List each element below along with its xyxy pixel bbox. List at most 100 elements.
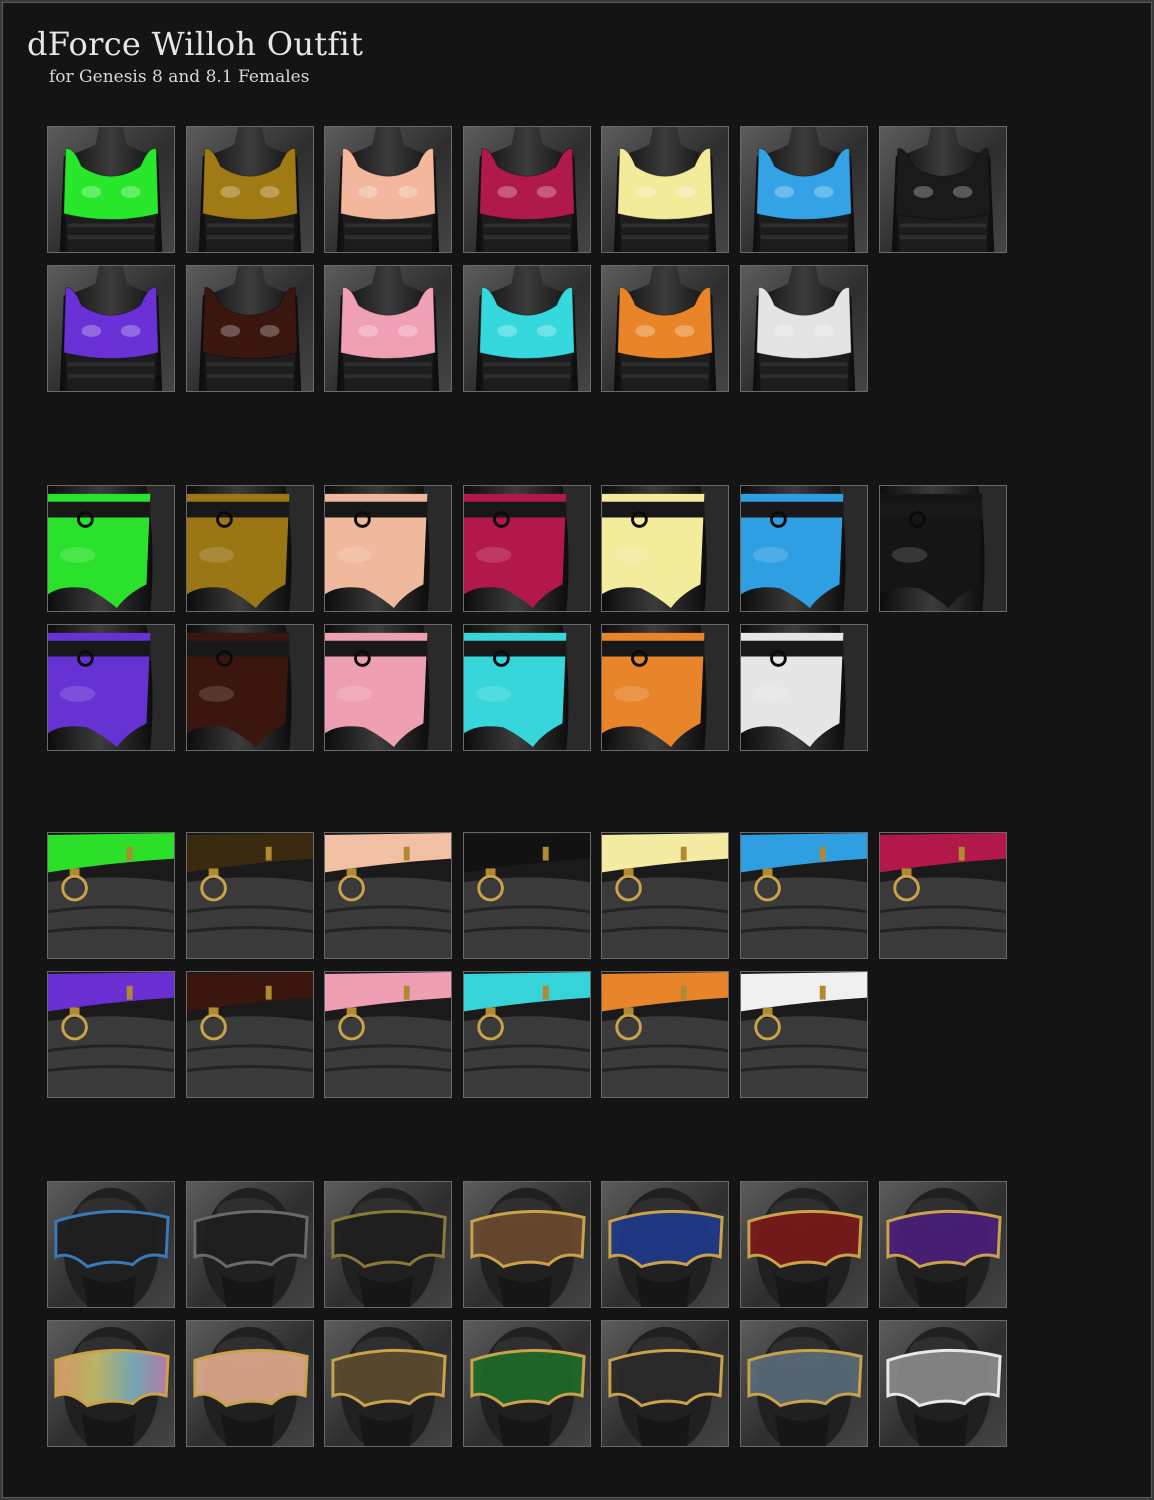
belts-swatch bbox=[740, 971, 868, 1098]
shorts-icon bbox=[880, 486, 1006, 611]
shorts-swatch bbox=[186, 624, 314, 751]
shorts-swatch bbox=[740, 485, 868, 612]
top-icon bbox=[464, 266, 590, 391]
tops-swatch bbox=[740, 265, 868, 392]
shorts-icon bbox=[602, 486, 728, 611]
top-icon bbox=[48, 266, 174, 391]
belts-swatch bbox=[601, 971, 729, 1098]
top-icon bbox=[187, 266, 313, 391]
tops-swatch bbox=[463, 126, 591, 253]
shorts-icon bbox=[48, 486, 174, 611]
visors-swatch bbox=[601, 1320, 729, 1447]
shorts-swatch bbox=[186, 485, 314, 612]
visor-icon bbox=[187, 1321, 313, 1446]
shorts-icon bbox=[325, 486, 451, 611]
top-icon bbox=[602, 266, 728, 391]
visors-swatch bbox=[324, 1181, 452, 1308]
visor-icon bbox=[880, 1321, 1006, 1446]
belt-icon bbox=[325, 972, 451, 1097]
visor-icon bbox=[187, 1182, 313, 1307]
shorts-icon bbox=[602, 625, 728, 750]
visors-swatch bbox=[601, 1181, 729, 1308]
page-subtitle: for Genesis 8 and 8.1 Females bbox=[49, 67, 310, 87]
visors-swatch bbox=[186, 1320, 314, 1447]
tops-swatch bbox=[47, 265, 175, 392]
top-icon bbox=[741, 266, 867, 391]
visors-swatch bbox=[879, 1320, 1007, 1447]
shorts-swatch bbox=[601, 624, 729, 751]
shorts-icon bbox=[464, 486, 590, 611]
visor-icon bbox=[741, 1182, 867, 1307]
belt-icon bbox=[325, 833, 451, 958]
belt-icon bbox=[187, 972, 313, 1097]
belts-swatch bbox=[47, 832, 175, 959]
belts-swatch bbox=[740, 832, 868, 959]
belts-swatch bbox=[601, 832, 729, 959]
visor-icon bbox=[48, 1182, 174, 1307]
visors-swatch bbox=[324, 1320, 452, 1447]
visors-swatch bbox=[47, 1320, 175, 1447]
visor-icon bbox=[48, 1321, 174, 1446]
shorts-swatch bbox=[324, 624, 452, 751]
shorts-icon bbox=[187, 486, 313, 611]
visor-icon bbox=[602, 1321, 728, 1446]
visor-icon bbox=[602, 1182, 728, 1307]
shorts-swatch bbox=[879, 485, 1007, 612]
top-icon bbox=[325, 127, 451, 252]
visor-icon bbox=[325, 1321, 451, 1446]
belts-swatch bbox=[186, 971, 314, 1098]
shorts-swatch bbox=[601, 485, 729, 612]
tops-swatch bbox=[601, 126, 729, 253]
shorts-swatch bbox=[47, 485, 175, 612]
shorts-icon bbox=[187, 625, 313, 750]
visor-icon bbox=[464, 1182, 590, 1307]
top-icon bbox=[325, 266, 451, 391]
top-icon bbox=[741, 127, 867, 252]
shorts-icon bbox=[464, 625, 590, 750]
belts-swatch bbox=[879, 832, 1007, 959]
visor-icon bbox=[741, 1321, 867, 1446]
visor-icon bbox=[880, 1182, 1006, 1307]
visors-swatch bbox=[740, 1181, 868, 1308]
tops-swatch bbox=[463, 265, 591, 392]
tops-swatch bbox=[740, 126, 868, 253]
shorts-icon bbox=[741, 486, 867, 611]
tops-swatch bbox=[879, 126, 1007, 253]
visors-swatch bbox=[186, 1181, 314, 1308]
visors-swatch bbox=[879, 1181, 1007, 1308]
belt-icon bbox=[187, 833, 313, 958]
belt-icon bbox=[880, 833, 1006, 958]
top-icon bbox=[602, 127, 728, 252]
belts-swatch bbox=[47, 971, 175, 1098]
belts-swatch bbox=[324, 832, 452, 959]
belts-swatch bbox=[324, 971, 452, 1098]
belt-icon bbox=[602, 833, 728, 958]
page-title: dForce Willoh Outfit bbox=[27, 25, 364, 63]
visors-swatch bbox=[740, 1320, 868, 1447]
belt-icon bbox=[741, 972, 867, 1097]
visor-icon bbox=[325, 1182, 451, 1307]
visor-icon bbox=[464, 1321, 590, 1446]
belt-icon bbox=[464, 833, 590, 958]
shorts-icon bbox=[325, 625, 451, 750]
tops-swatch bbox=[324, 126, 452, 253]
belts-swatch bbox=[463, 832, 591, 959]
belt-icon bbox=[464, 972, 590, 1097]
visors-swatch bbox=[463, 1181, 591, 1308]
product-sheet: dForce Willoh Outfit for Genesis 8 and 8… bbox=[2, 2, 1152, 1498]
shorts-swatch bbox=[463, 485, 591, 612]
tops-swatch bbox=[601, 265, 729, 392]
visors-swatch bbox=[463, 1320, 591, 1447]
shorts-swatch bbox=[463, 624, 591, 751]
shorts-swatch bbox=[324, 485, 452, 612]
top-icon bbox=[464, 127, 590, 252]
shorts-swatch bbox=[740, 624, 868, 751]
belt-icon bbox=[741, 833, 867, 958]
shorts-icon bbox=[741, 625, 867, 750]
tops-swatch bbox=[47, 126, 175, 253]
tops-swatch bbox=[186, 126, 314, 253]
belts-swatch bbox=[463, 971, 591, 1098]
shorts-swatch bbox=[47, 624, 175, 751]
visors-swatch bbox=[47, 1181, 175, 1308]
top-icon bbox=[187, 127, 313, 252]
